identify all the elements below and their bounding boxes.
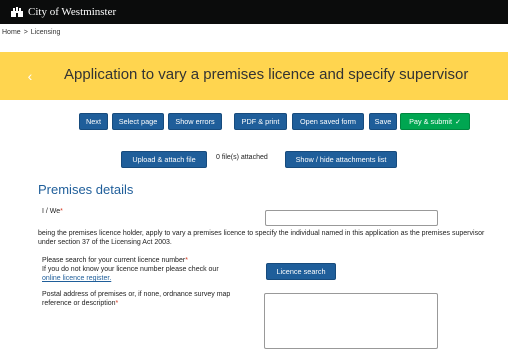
licence-register-link[interactable]: online licence register. <box>42 275 111 282</box>
postal-address-textarea[interactable] <box>264 293 438 349</box>
statement-text: being the premises licence holder, apply… <box>38 230 485 247</box>
required-marker: * <box>60 208 63 215</box>
page-title: Application to vary a premises licence a… <box>64 66 469 83</box>
postal-address-label: Postal address of premises or, if none, … <box>42 290 247 308</box>
licence-help-text: If you do not know your licence number p… <box>42 266 219 274</box>
checkmark-icon: ✓ <box>455 118 461 126</box>
required-marker: * <box>185 257 188 264</box>
attachment-count: 0 file(s) attached <box>216 154 268 161</box>
section-title: Premises details <box>38 182 134 197</box>
breadcrumb: Home > Licensing <box>2 29 60 36</box>
save-button[interactable]: Save <box>369 113 397 130</box>
licence-search-button[interactable]: Licence search <box>266 263 336 280</box>
show-errors-button[interactable]: Show errors <box>168 113 222 130</box>
select-page-button[interactable]: Select page <box>112 113 164 130</box>
pay-submit-button[interactable]: Pay & submit ✓ <box>400 113 470 130</box>
breadcrumb-separator: > <box>23 29 28 36</box>
toggle-attachments-button[interactable]: Show / hide attachments list <box>285 151 397 168</box>
breadcrumb-current: Licensing <box>30 29 61 36</box>
pay-submit-label: Pay & submit <box>409 117 453 126</box>
i-we-input[interactable] <box>265 210 438 226</box>
upload-attach-button[interactable]: Upload & attach file <box>121 151 207 168</box>
required-marker: * <box>115 300 119 308</box>
licence-search-label: Please search for your current licence n… <box>42 256 262 283</box>
page-banner: ‹ Application to vary a premises licence… <box>0 52 508 100</box>
chevron-left-icon: ‹ <box>27 68 33 84</box>
breadcrumb-home[interactable]: Home <box>2 29 21 36</box>
open-saved-form-button[interactable]: Open saved form <box>292 113 364 130</box>
pdf-print-button[interactable]: PDF & print <box>234 113 287 130</box>
licence-search-label-text: Please search for your current licence n… <box>42 257 186 264</box>
i-we-label: I / We* <box>42 207 63 216</box>
next-button[interactable]: Next <box>79 113 108 130</box>
crest-icon <box>10 6 24 18</box>
top-bar: City of Westminster <box>0 0 508 24</box>
i-we-label-text: I / We <box>42 208 61 215</box>
back-button[interactable]: ‹ <box>14 52 46 100</box>
brand-name: City of Westminster <box>28 6 117 18</box>
postal-address-label-text: Postal address of premises or, if none, … <box>42 291 231 308</box>
